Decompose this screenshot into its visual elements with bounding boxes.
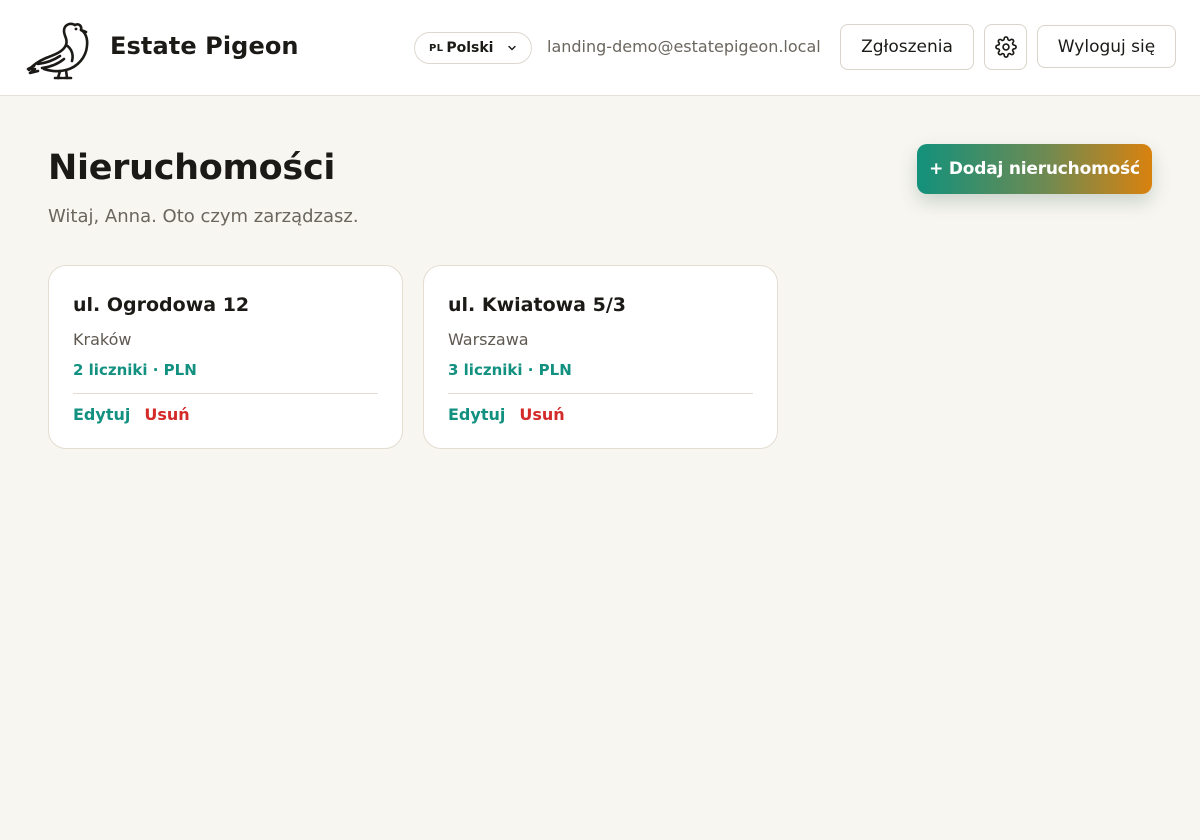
card-divider	[73, 393, 378, 394]
brand-name[interactable]: Estate Pigeon	[110, 32, 299, 60]
reports-button[interactable]: Zgłoszenia	[840, 24, 974, 70]
edit-property-link[interactable]: Edytuj	[448, 405, 505, 424]
property-card: ul. Ogrodowa 12 Kraków 2 liczniki · PLN …	[48, 265, 403, 449]
user-email: landing-demo@estatepigeon.local	[547, 37, 821, 56]
pigeon-logo-icon	[26, 18, 92, 80]
card-actions: Edytuj Usuń	[448, 405, 565, 424]
property-card: ul. Kwiatowa 5/3 Warszawa 3 liczniki · P…	[423, 265, 778, 449]
logout-button[interactable]: Wyloguj się	[1037, 25, 1176, 68]
delete-property-link[interactable]: Usuń	[144, 405, 189, 424]
property-address: ul. Kwiatowa 5/3	[448, 294, 626, 316]
card-divider	[448, 393, 753, 394]
edit-property-link[interactable]: Edytuj	[73, 405, 130, 424]
add-property-button[interactable]: + Dodaj nieruchomość	[917, 144, 1152, 194]
delete-property-link[interactable]: Usuń	[519, 405, 564, 424]
gear-icon	[994, 36, 1017, 58]
language-selector[interactable]: PL Polski	[414, 32, 532, 64]
page-subtitle: Witaj, Anna. Oto czym zarządzasz.	[48, 206, 359, 227]
top-navigation-bar: Estate Pigeon PL Polski landing-demo@est…	[0, 0, 1200, 96]
language-name: Polski	[446, 40, 494, 56]
property-address: ul. Ogrodowa 12	[73, 294, 250, 316]
page-title: Nieruchomości	[48, 148, 336, 188]
card-actions: Edytuj Usuń	[73, 405, 190, 424]
chevron-down-icon	[508, 45, 516, 51]
property-meters-currency: 3 liczniki · PLN	[448, 361, 572, 379]
property-meters-currency: 2 liczniki · PLN	[73, 361, 197, 379]
language-code: PL	[429, 42, 444, 54]
property-city: Warszawa	[448, 330, 529, 349]
settings-button[interactable]	[984, 24, 1027, 70]
property-city: Kraków	[73, 330, 132, 349]
